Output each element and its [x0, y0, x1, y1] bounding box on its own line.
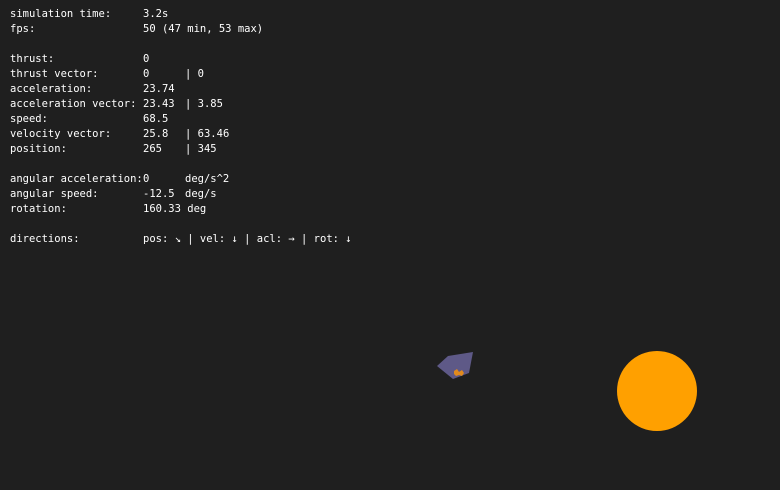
sun [617, 351, 697, 431]
simulation-canvas [437, 351, 697, 431]
spaceship [437, 352, 473, 379]
